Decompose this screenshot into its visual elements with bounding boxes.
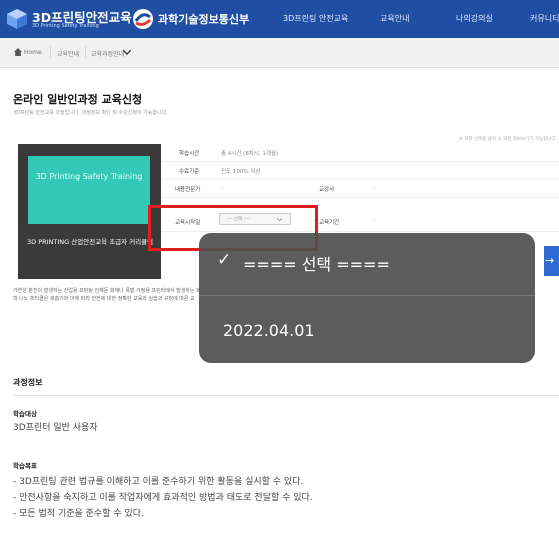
- target-value: 3D프린터 일반 사용자: [13, 423, 98, 433]
- breadcrumb-divider: [85, 46, 86, 58]
- course-info-section-title: 과정정보: [13, 378, 43, 387]
- goal-item: - 안전사항을 숙지하고 이를 작업자에게 효과적인 방법과 태도로 전달할 수…: [13, 493, 313, 503]
- breadcrumb-home[interactable]: Home: [24, 49, 42, 56]
- apply-button[interactable]: →: [544, 246, 559, 276]
- dropdown-option[interactable]: ✓ ==== 선택 ====: [199, 239, 535, 287]
- content-expert-value: -: [221, 185, 223, 191]
- breadcrumb-level1[interactable]: 교육안내: [57, 49, 79, 58]
- instructor-label: 교강사: [319, 187, 335, 193]
- cube-logo-icon: [7, 9, 27, 29]
- page-description: 3D프린팅 안전교육 과정입니다. 과정정보 확인 및 수강신청이 가능합니다.: [13, 110, 168, 116]
- target-label: 학습대상: [13, 410, 37, 418]
- breadcrumb-divider: [50, 46, 51, 58]
- dropdown-option-label: 2022.04.01: [223, 321, 315, 340]
- info-row: 학습시간 총 4시간 (8차시, 1개월): [161, 144, 559, 162]
- study-time-value: 총 4시간 (8차시, 1개월): [221, 151, 279, 157]
- period-label: 교육기간: [319, 220, 340, 226]
- breadcrumb-level2[interactable]: 교육과정안내: [91, 49, 124, 58]
- completion-label: 수료기준: [179, 169, 200, 175]
- content-expert-label: 내용전문가: [175, 187, 201, 193]
- nav-my-classroom[interactable]: 나의강의실: [456, 13, 493, 24]
- completion-value: 진도 100% 이상: [221, 169, 261, 175]
- info-row: 수료기준 진도 100% 이상: [161, 162, 559, 180]
- nav-safety-training[interactable]: 3D프린팅 안전교육: [283, 13, 348, 24]
- dropdown-option-label: ==== 선택 ====: [243, 255, 390, 274]
- goal-label: 학습목표: [13, 462, 37, 470]
- section-divider: [13, 395, 559, 396]
- goal-item: - 모든 법적 기준을 준수할 수 있다.: [13, 509, 144, 519]
- dropdown-divider: [199, 295, 535, 296]
- course-title: 3D PRINTING 산업안전교육 초급자 커리큘럼: [27, 238, 154, 246]
- instructor-value: -: [373, 185, 375, 191]
- checkmark-icon: ✓: [217, 250, 232, 270]
- course-description: 가연성 분진이 발생하는 산업용 프린팅 언제든 화재나 폭발 가정용 프린터에…: [13, 288, 201, 302]
- info-row: 내용전문가 - 교강사 -: [161, 180, 559, 198]
- ministry-emblem-icon: [133, 9, 153, 29]
- thumbnail-text: 3D Printing Safety Training: [35, 172, 143, 181]
- course-thumbnail: 3D Printing Safety Training: [28, 156, 150, 224]
- page-title: 온라인 일반인과정 교육신청: [13, 93, 143, 106]
- breadcrumb: Home 교육안내 교육과정안내: [0, 38, 559, 68]
- ministry-name: 과학기술정보통신부: [158, 13, 250, 26]
- course-card: 3D Printing Safety Training 3D PRINTING …: [18, 144, 161, 279]
- nav-education-info[interactable]: 교육안내: [380, 13, 409, 24]
- chevron-down-icon[interactable]: [123, 49, 131, 55]
- home-icon[interactable]: [14, 48, 22, 56]
- top-header: 3D프린팅안전교육 3D Printing Safety Training 과학…: [0, 0, 559, 38]
- dropdown-option[interactable]: 2022.04.01: [199, 309, 535, 357]
- start-date-dropdown: ✓ ==== 선택 ==== 2022.04.01: [199, 233, 535, 363]
- arrow-right-icon: →: [545, 254, 555, 267]
- notice-text: ※ 과정 선택을 클릭 시 과정 정보보기가 가능합니다.: [458, 137, 557, 142]
- goal-item: - 3D프린팅 관련 법규를 이해하고 이를 준수하기 위한 활동을 실시할 수…: [13, 477, 304, 487]
- nav-community[interactable]: 커뮤니티: [530, 13, 559, 24]
- logo-subtitle: 3D Printing Safety Training: [32, 23, 99, 29]
- study-time-label: 학습시간: [179, 151, 200, 157]
- period-value: -: [373, 218, 375, 224]
